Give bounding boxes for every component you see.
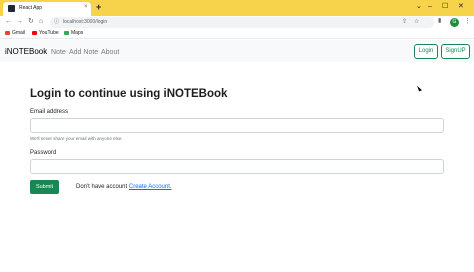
- gmail-icon: [5, 30, 10, 35]
- maps-icon: [64, 30, 69, 35]
- bookmark-maps[interactable]: Maps: [64, 30, 83, 37]
- back-icon[interactable]: ←: [5, 18, 12, 26]
- app-navbar: iNOTEBook Note Add Note About Login Sign…: [0, 40, 474, 62]
- browser-menu-icon[interactable]: ⋮: [464, 18, 471, 26]
- bookmark-label: YouTube: [39, 30, 59, 36]
- address-bar[interactable]: ⓘ localhost:3000/login ⇪ ☆: [50, 17, 434, 28]
- react-favicon-icon: [8, 5, 15, 12]
- submit-button[interactable]: Submit: [30, 180, 59, 194]
- new-tab-button[interactable]: +: [96, 3, 101, 12]
- reload-icon[interactable]: ↻: [28, 18, 34, 26]
- bookmark-label: Gmail: [12, 30, 26, 36]
- tab-search-icon[interactable]: ⌄: [416, 3, 422, 11]
- browser-tab-strip: React App × + ⌄ – ☐ ✕: [0, 0, 474, 16]
- nav-link-add-note[interactable]: Add Note: [69, 48, 98, 57]
- forward-icon[interactable]: →: [16, 18, 23, 26]
- close-window-button[interactable]: ✕: [458, 3, 464, 11]
- page-title: Login to continue using iNOTEBook: [30, 88, 228, 100]
- maximize-button[interactable]: ☐: [442, 3, 448, 11]
- email-help-text: We'll never share your email with anyone…: [30, 136, 123, 141]
- bookmark-gmail[interactable]: Gmail: [5, 30, 25, 37]
- email-label: Email address: [30, 109, 69, 115]
- bookmark-star-icon[interactable]: ☆: [414, 19, 419, 26]
- url-text[interactable]: localhost:3000/login: [63, 19, 107, 26]
- browser-toolbar: ← → ↻ ⌂ ⓘ localhost:3000/login ⇪ ☆ ▮ G ⋮: [0, 16, 474, 29]
- youtube-icon: [32, 30, 37, 35]
- password-label: Password: [30, 150, 57, 156]
- login-button[interactable]: Login: [414, 44, 438, 59]
- close-tab-icon[interactable]: ×: [84, 4, 88, 11]
- brand-logo[interactable]: iNOTEBook: [5, 47, 47, 57]
- account-prompt-text: Don't have account: [76, 184, 128, 190]
- minimize-button[interactable]: –: [428, 3, 432, 11]
- create-account-link[interactable]: Create Account.: [129, 184, 172, 190]
- tab-title: React App: [19, 5, 43, 11]
- side-panel-icon[interactable]: ▮: [438, 18, 441, 25]
- profile-avatar[interactable]: G: [450, 18, 459, 27]
- home-icon[interactable]: ⌂: [39, 18, 43, 26]
- bookmark-youtube[interactable]: YouTube: [32, 30, 59, 37]
- create-account-prompt: Don't have account Create Account.: [76, 183, 172, 191]
- password-field[interactable]: [30, 159, 444, 174]
- email-field[interactable]: [30, 118, 444, 133]
- browser-tab[interactable]: React App ×: [3, 2, 91, 16]
- signup-button[interactable]: SignUP: [441, 44, 470, 59]
- bookmarks-bar: Gmail YouTube Maps: [0, 29, 474, 39]
- mouse-pointer-icon: [417, 84, 422, 92]
- info-icon[interactable]: ⓘ: [54, 19, 59, 26]
- nav-link-about[interactable]: About: [101, 48, 119, 57]
- share-icon[interactable]: ⇪: [402, 19, 407, 26]
- bookmark-label: Maps: [71, 30, 84, 36]
- nav-link-note[interactable]: Note: [51, 48, 66, 57]
